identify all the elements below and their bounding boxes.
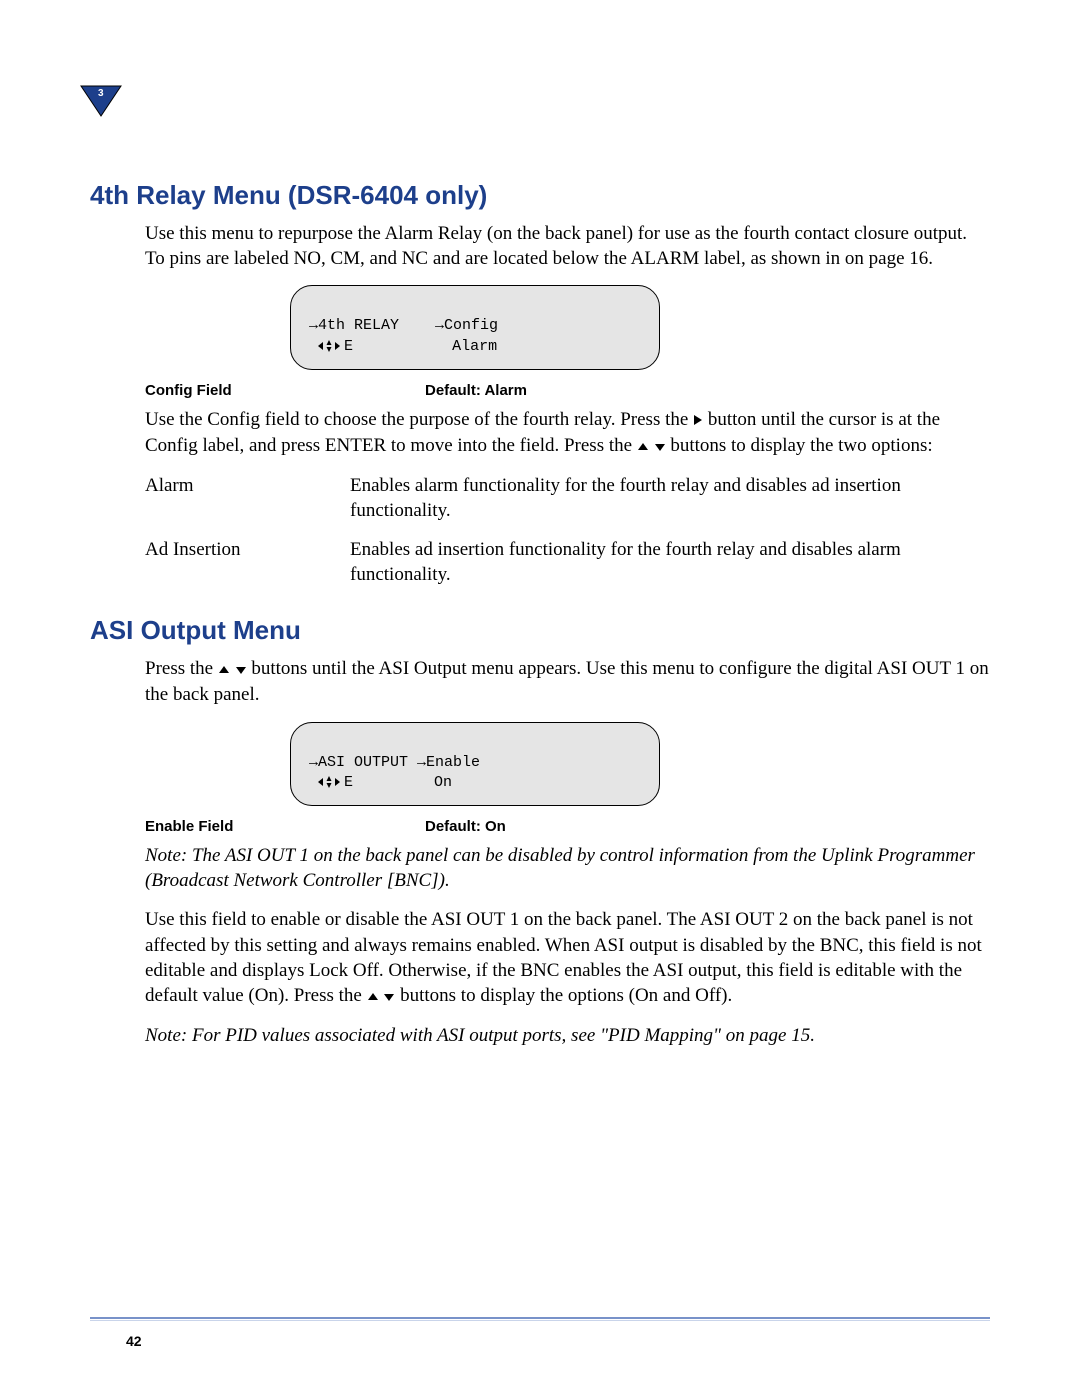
section-heading-asi-output: ASI Output Menu	[90, 615, 990, 646]
page: 3 4th Relay Menu (DSR-6404 only) Use thi…	[0, 0, 1080, 1397]
chapter-number: 3	[98, 88, 104, 99]
asi-intro-b: buttons until the ASI Output menu appear…	[145, 658, 989, 705]
right-arrow-icon	[693, 408, 703, 433]
enable-field-row: Enable Field Default: On	[90, 818, 990, 835]
option-term: Alarm	[145, 473, 350, 523]
enable-field-label: Enable Field	[145, 818, 425, 835]
lcd-panel: →ASI OUTPUT →Enable E On	[290, 722, 660, 807]
config-field-row: Config Field Default: Alarm	[90, 382, 990, 399]
lcd-line1-right: →Config	[435, 317, 498, 334]
relay-intro-text: Use this menu to repurpose the Alarm Rel…	[90, 221, 990, 271]
lcd-line1-right: →Enable	[417, 754, 480, 771]
asi-body-b: buttons to display the options (On and O…	[395, 985, 732, 1006]
config-field-default: Default: Alarm	[425, 382, 527, 399]
asi-note-1: Note: The ASI OUT 1 on the back panel ca…	[90, 843, 990, 893]
section-heading-4th-relay: 4th Relay Menu (DSR-6404 only)	[90, 180, 990, 211]
enable-field-default: Default: On	[425, 818, 506, 835]
lcd-line2-right: On	[434, 774, 452, 791]
lcd-line1-left: →ASI OUTPUT	[309, 754, 408, 771]
down-arrow-icon	[383, 984, 395, 1009]
up-arrow-icon	[218, 657, 230, 682]
asi-body-text: Use this field to enable or disable the …	[90, 907, 990, 1008]
asi-intro-text: Press the buttons until the ASI Output m…	[90, 656, 990, 707]
down-arrow-icon	[235, 657, 247, 682]
lcd-line1-left: →4th RELAY	[309, 317, 399, 334]
asi-intro-a: Press the	[145, 658, 218, 679]
page-number: 42	[126, 1333, 142, 1349]
config-options-table: Alarm Enables alarm functionality for th…	[90, 473, 990, 587]
config-para-a: Use the Config field to choose the purpo…	[145, 409, 693, 430]
lcd-line2-right: Alarm	[452, 338, 497, 355]
option-def: Enables ad insertion functionality for t…	[350, 537, 990, 587]
footer-rule	[90, 1317, 990, 1321]
up-arrow-icon	[637, 434, 649, 459]
config-field-paragraph: Use the Config field to choose the purpo…	[90, 407, 990, 459]
config-para-c: buttons to display the two options:	[666, 435, 933, 456]
lcd-line2-e: E	[344, 338, 353, 355]
option-term: Ad Insertion	[145, 537, 350, 587]
down-arrow-icon	[654, 434, 666, 459]
table-row: Alarm Enables alarm functionality for th…	[145, 473, 990, 523]
table-row: Ad Insertion Enables ad insertion functi…	[145, 537, 990, 587]
nav-arrows-icon	[318, 339, 340, 359]
config-field-label: Config Field	[145, 382, 425, 399]
asi-note-2: Note: For PID values associated with ASI…	[90, 1023, 990, 1048]
option-def: Enables alarm functionality for the four…	[350, 473, 990, 523]
lcd-display-relay: →4th RELAY →Config E Alarm	[90, 285, 990, 370]
lcd-display-asi: →ASI OUTPUT →Enable E On	[90, 722, 990, 807]
nav-arrows-icon	[318, 775, 340, 795]
lcd-panel: →4th RELAY →Config E Alarm	[290, 285, 660, 370]
up-arrow-icon	[367, 984, 379, 1009]
lcd-line2-e: E	[344, 774, 353, 791]
